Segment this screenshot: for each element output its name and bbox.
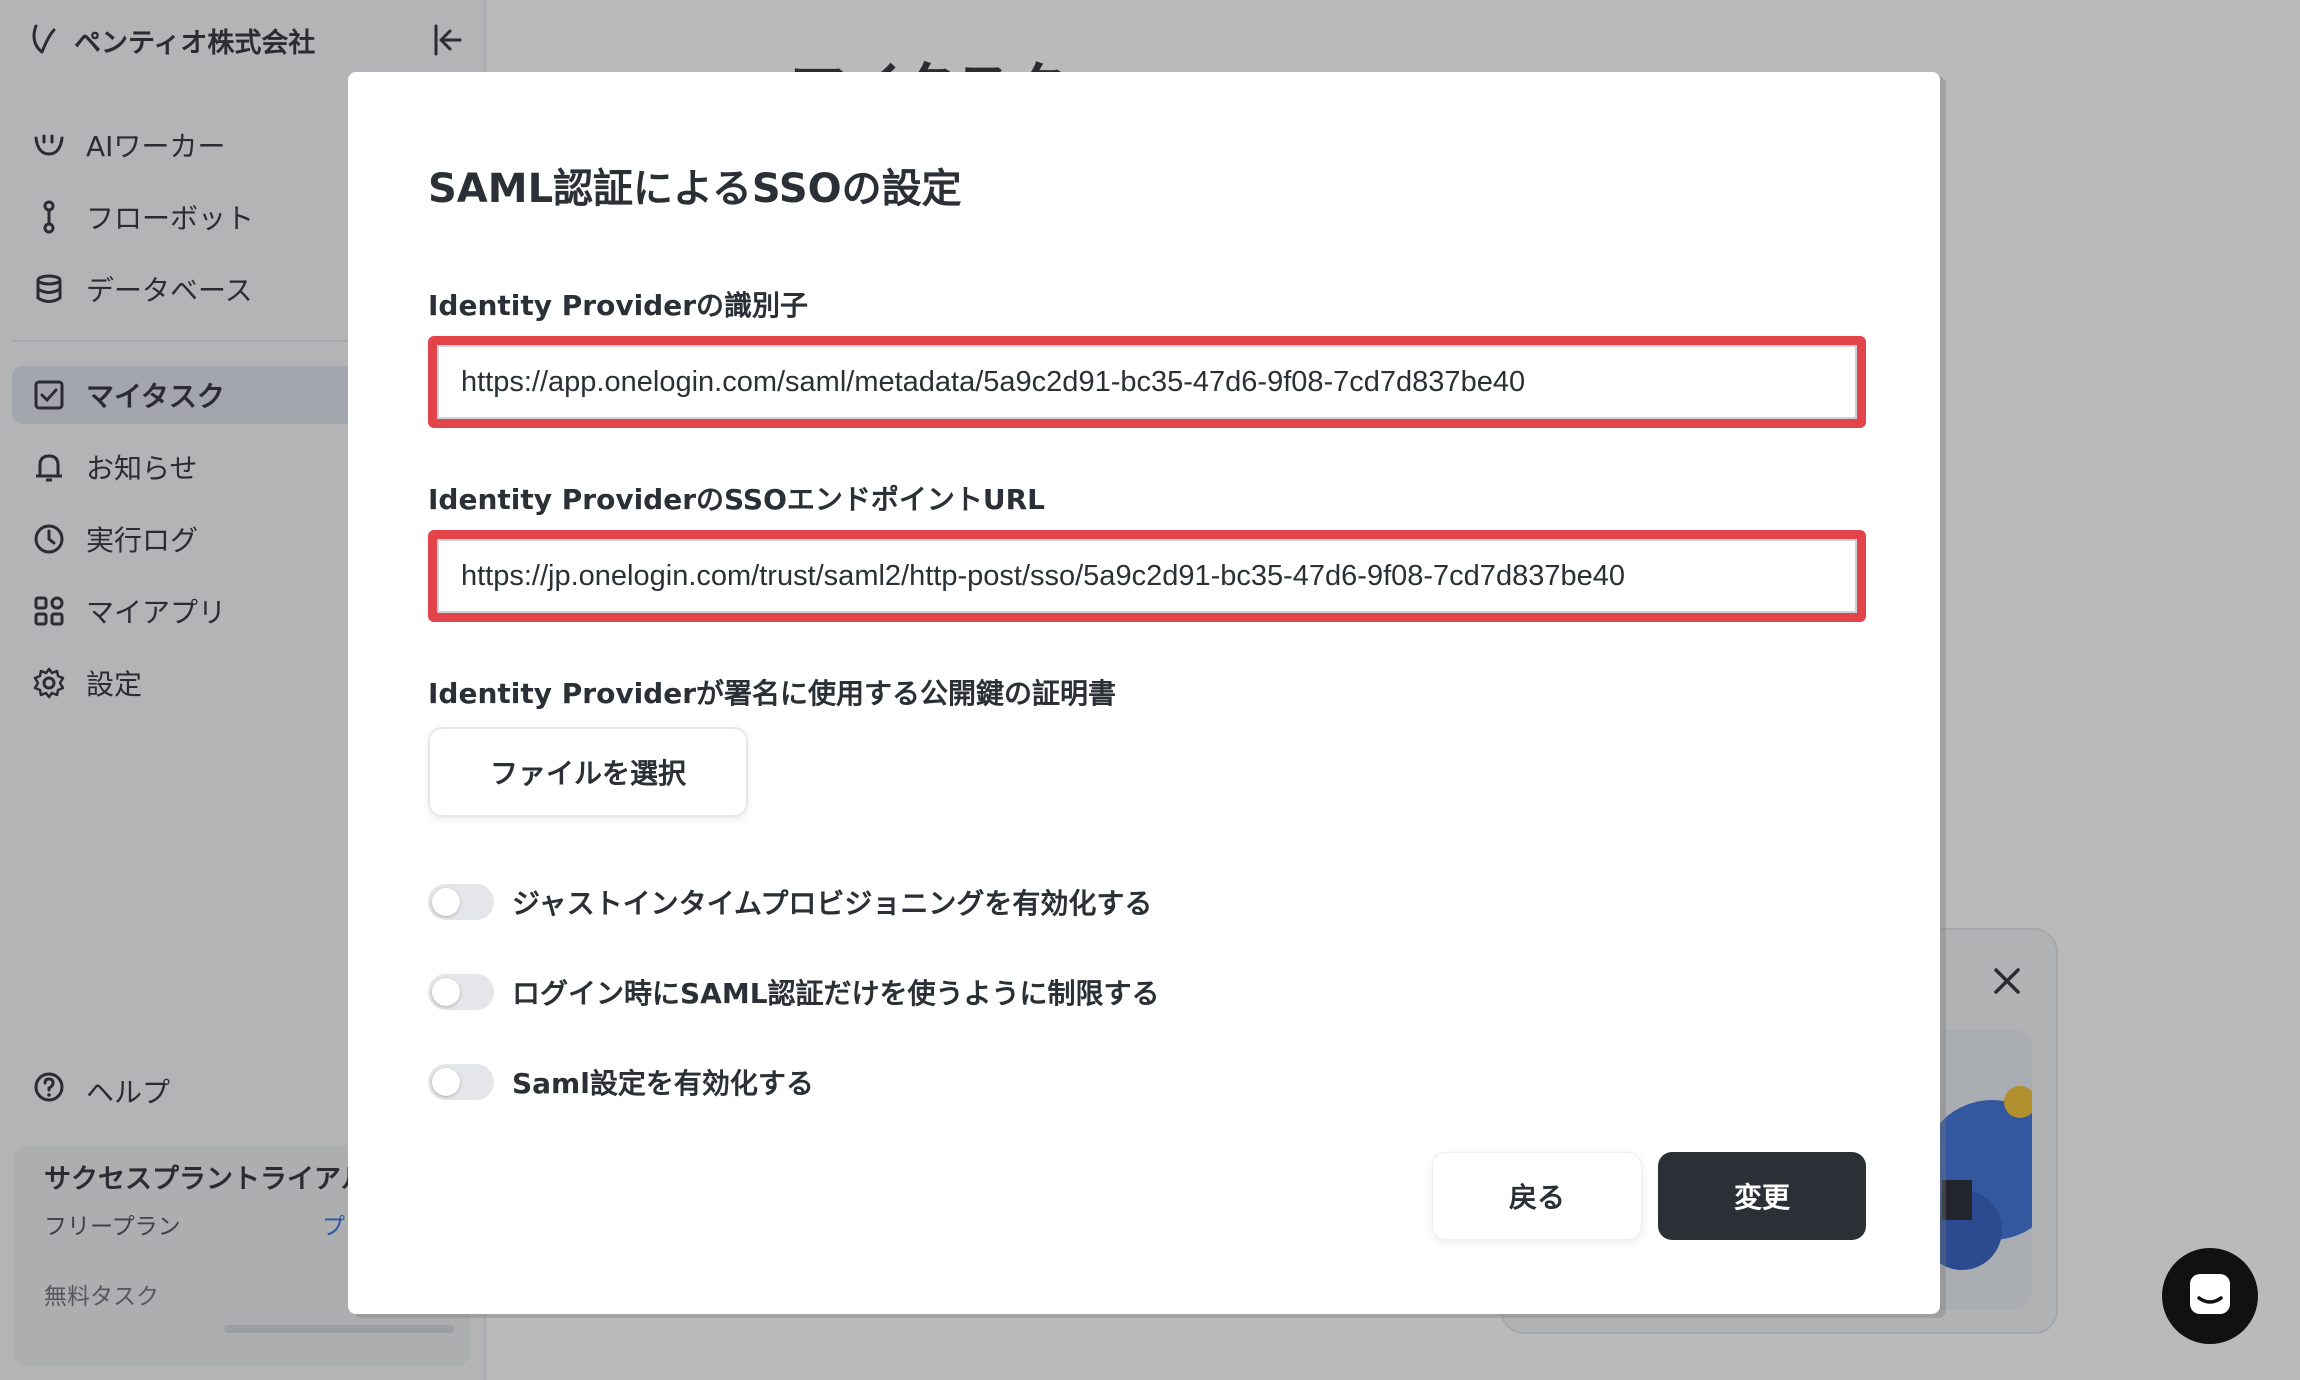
- toggle-knob: [432, 978, 460, 1006]
- enable-saml-toggle[interactable]: [428, 1064, 494, 1100]
- toggle-enable-saml[interactable]: Saml設定を有効化する: [428, 1062, 814, 1102]
- choose-file-button[interactable]: ファイルを選択: [428, 727, 748, 817]
- toggle-knob: [432, 888, 460, 916]
- idp-identifier-label: Identity Providerの識別子: [428, 289, 809, 322]
- chat-icon: [2185, 1269, 2235, 1323]
- idp-sso-url-highlight: [428, 530, 1866, 622]
- toggle-knob: [432, 1068, 460, 1096]
- idp-sso-url-label: Identity ProviderのSSOエンドポイントURL: [428, 483, 1046, 516]
- toggle-label: ログイン時にSAML認証だけを使うように制限する: [512, 977, 1160, 1010]
- back-button[interactable]: 戻る: [1432, 1152, 1642, 1240]
- chat-launcher-button[interactable]: [2162, 1248, 2258, 1344]
- jit-provisioning-toggle[interactable]: [428, 884, 494, 920]
- idp-identifier-input[interactable]: [437, 345, 1857, 419]
- toggle-saml-only-login[interactable]: ログイン時にSAML認証だけを使うように制限する: [428, 972, 1160, 1012]
- certificate-label: Identity Providerが署名に使用する公開鍵の証明書: [428, 677, 1117, 710]
- change-button[interactable]: 変更: [1658, 1152, 1866, 1240]
- idp-identifier-highlight: [428, 336, 1866, 428]
- toggle-label: ジャストインタイムプロビジョニングを有効化する: [512, 887, 1153, 920]
- saml-sso-settings-dialog: SAML認証によるSSOの設定 Identity Providerの識別子 Id…: [348, 72, 1940, 1314]
- idp-sso-url-input[interactable]: [437, 539, 1857, 613]
- dialog-title: SAML認証によるSSOの設定: [428, 166, 962, 212]
- saml-only-login-toggle[interactable]: [428, 974, 494, 1010]
- toggle-label: Saml設定を有効化する: [512, 1067, 814, 1100]
- toggle-jit-provisioning[interactable]: ジャストインタイムプロビジョニングを有効化する: [428, 882, 1152, 922]
